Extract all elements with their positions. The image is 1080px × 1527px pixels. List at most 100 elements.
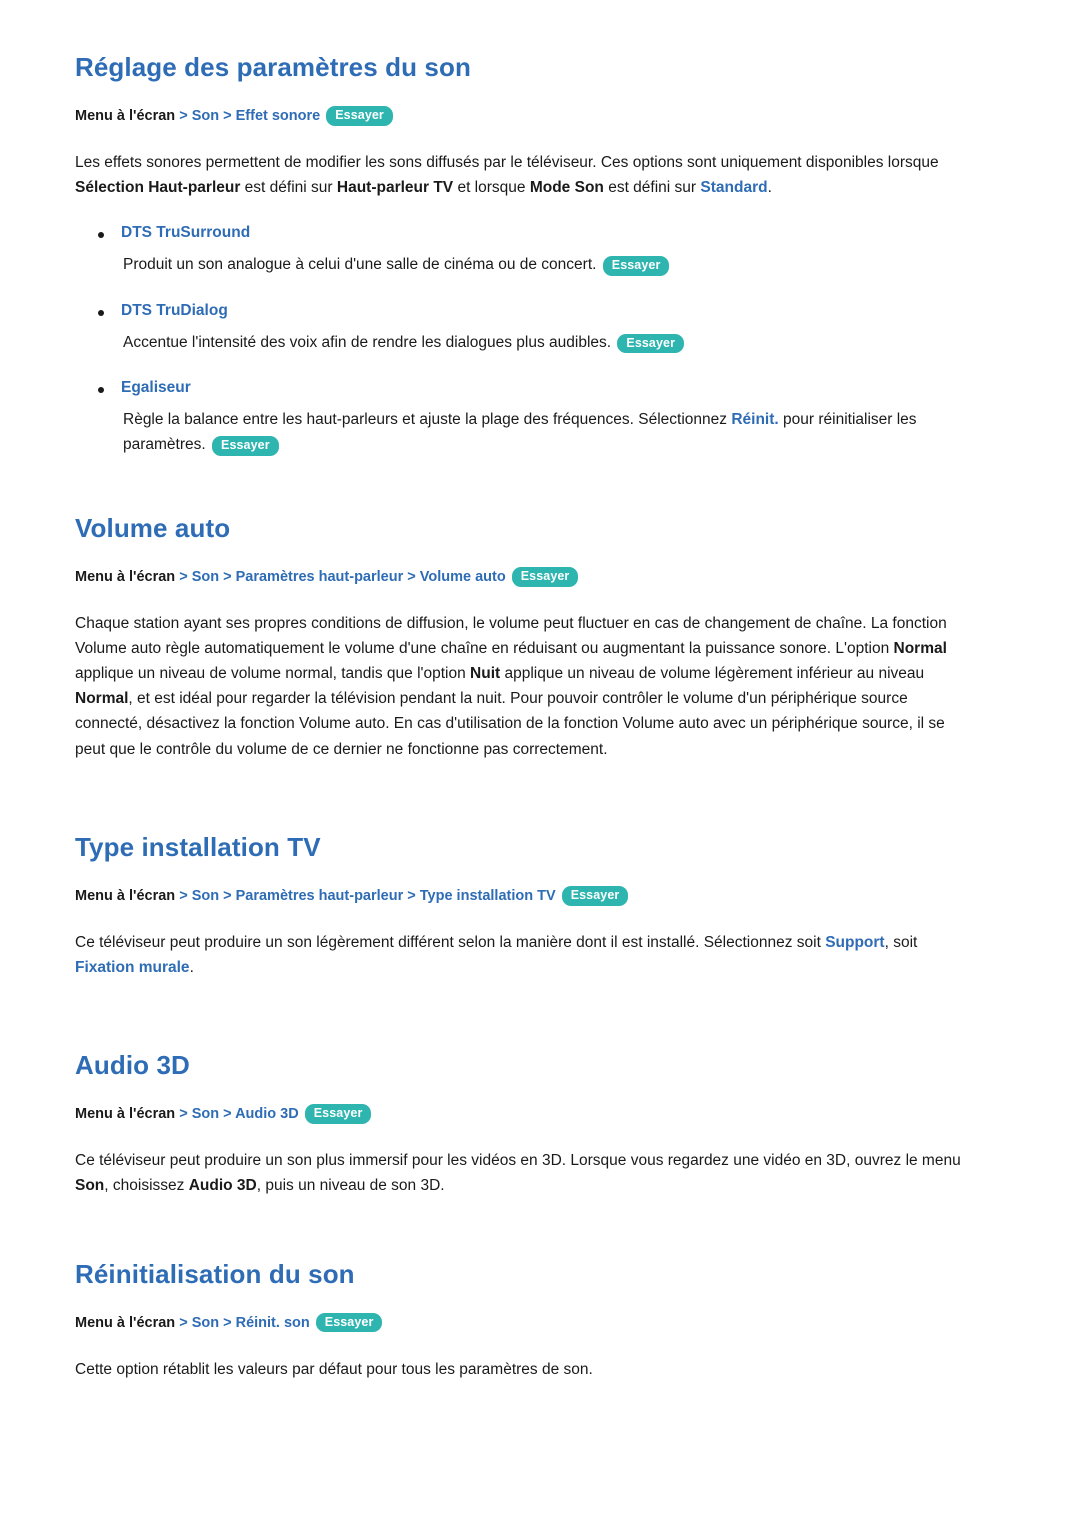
tv-installation-paragraph: Ce téléviseur peut produire un son légèr…	[75, 930, 965, 980]
bullet-bold-reinit: Réinit.	[731, 410, 779, 428]
try-badge[interactable]: Essayer	[212, 435, 279, 456]
bullet-text-dts-trudialog: Accentue l'intensité des voix afin de re…	[75, 330, 965, 355]
para-text-1: Chaque station ayant ses propres conditi…	[75, 615, 947, 658]
para-text-1: Ce téléviseur peut produire un son plus …	[75, 1152, 961, 1170]
list-item: DTS TruSurround Produit un son analogue …	[75, 224, 965, 277]
breadcrumb-separator: >	[223, 1106, 232, 1123]
para-text-2: , soit	[884, 933, 918, 951]
para-bold-normal-2: Normal	[75, 690, 129, 708]
breadcrumb-item-son: Son	[191, 1314, 220, 1331]
section-audio-3d: Audio 3D Menu à l'écran > Son > Audio 3D…	[75, 1050, 965, 1198]
breadcrumb-prefix: Menu à l'écran	[75, 568, 176, 585]
bullet-text: Produit un son analogue à celui d'une sa…	[123, 256, 597, 274]
try-badge[interactable]: Essayer	[304, 1104, 372, 1124]
breadcrumb-item-parametres-haut-parleur: Paramètres haut-parleur	[235, 568, 404, 585]
para-bold-support: Support	[825, 933, 885, 951]
try-badge[interactable]: Essayer	[602, 256, 670, 277]
auto-volume-paragraph: Chaque station ayant ses propres conditi…	[75, 611, 965, 762]
try-badge[interactable]: Essayer	[326, 106, 393, 126]
para-text-1: Ce téléviseur peut produire un son légèr…	[75, 933, 826, 951]
para-text-2: applique un niveau de volume normal, tan…	[75, 665, 471, 683]
intro-bold-2: Haut-parleur TV	[336, 179, 454, 197]
breadcrumb-item-son: Son	[191, 568, 220, 585]
page-title: Réinitialisation du son	[75, 1258, 355, 1289]
breadcrumb-item-effet-sonore: Effet sonore	[235, 108, 321, 124]
bullet-text-dts-trusurround: Produit un son analogue à celui d'une sa…	[75, 252, 965, 277]
try-badge[interactable]: Essayer	[315, 1312, 383, 1333]
para-bold-normal: Normal	[893, 640, 947, 658]
breadcrumb-item-son: Son	[191, 108, 220, 124]
intro-text-3: et lorsque	[453, 179, 530, 197]
intro-bold-1: Sélection Haut-parleur	[75, 179, 241, 197]
breadcrumb-separator: >	[407, 887, 416, 904]
intro-bold-3: Mode Son	[529, 179, 604, 197]
bullet-label-egaliseur: Egaliseur	[75, 379, 965, 397]
breadcrumb-prefix: Menu à l'écran	[75, 887, 176, 904]
try-badge[interactable]: Essayer	[561, 885, 629, 906]
intro-text-5: .	[767, 179, 772, 197]
list-item: Egaliseur Règle la balance entre les hau…	[75, 379, 965, 457]
para-text-2: , choisissez	[104, 1177, 189, 1195]
sound-effect-list: DTS TruSurround Produit un son analogue …	[75, 224, 965, 456]
para-bold-fixation-murale: Fixation murale	[75, 958, 190, 976]
para-bold-nuit: Nuit	[470, 665, 501, 683]
intro-paragraph: Les effets sonores permettent de modifie…	[75, 150, 965, 200]
section-tv-installation-type: Type installation TV Menu à l'écran > So…	[75, 832, 965, 980]
intro-bold-4: Standard	[700, 179, 768, 197]
breadcrumb-reinit-son: Menu à l'écran > Son > Réinit. son Essay…	[75, 1312, 965, 1335]
bullet-text-a: Règle la balance entre les haut-parleurs…	[123, 410, 732, 428]
para-text-3: applique un niveau de volume légèrement …	[500, 665, 925, 683]
breadcrumb-sound-effect: Menu à l'écran > Son > Effet sonore Essa…	[75, 105, 965, 128]
intro-text-1: Les effets sonores permettent de modifie…	[75, 154, 939, 172]
page-title: Type installation TV	[75, 831, 321, 862]
bullet-label-dts-trudialog: DTS TruDialog	[75, 302, 965, 320]
list-item: DTS TruDialog Accentue l'intensité des v…	[75, 302, 965, 355]
audio-3d-paragraph: Ce téléviseur peut produire un son plus …	[75, 1148, 965, 1198]
breadcrumb-type-installation-tv: Menu à l'écran > Son > Paramètres haut-p…	[75, 885, 965, 908]
document-content: Réglage des paramètres du son Menu à l'é…	[75, 52, 965, 1382]
breadcrumb-item-audio-3d: Audio 3D	[235, 1106, 299, 1123]
breadcrumb-separator: >	[223, 1314, 232, 1331]
breadcrumb-separator: >	[179, 1314, 188, 1331]
try-badge[interactable]: Essayer	[511, 566, 579, 587]
breadcrumb-item-reinit-son: Réinit. son	[235, 1314, 310, 1331]
breadcrumb-prefix: Menu à l'écran	[75, 108, 176, 124]
breadcrumb-separator: >	[179, 1106, 188, 1123]
page-title: Audio 3D	[75, 1050, 190, 1081]
para-text-3: .	[189, 958, 194, 976]
breadcrumb-volume-auto: Menu à l'écran > Son > Paramètres haut-p…	[75, 566, 965, 589]
try-badge[interactable]: Essayer	[617, 333, 685, 354]
breadcrumb-item-volume-auto: Volume auto	[419, 568, 506, 585]
page-title: Volume auto	[75, 512, 231, 543]
breadcrumb-item-son: Son	[191, 887, 220, 904]
para-bold-son: Son	[75, 1177, 105, 1195]
bullet-label-dts-trusurround: DTS TruSurround	[75, 224, 965, 242]
document-page: Réglage des paramètres du son Menu à l'é…	[0, 0, 1080, 1527]
breadcrumb-prefix: Menu à l'écran	[75, 1106, 176, 1123]
para-text-3: , puis un niveau de son 3D.	[256, 1177, 445, 1195]
breadcrumb-audio-3d: Menu à l'écran > Son > Audio 3D Essayer	[75, 1103, 965, 1126]
breadcrumb-separator: >	[223, 568, 232, 585]
bullet-text-egaliseur: Règle la balance entre les haut-parleurs…	[75, 407, 965, 457]
para-text-4: , et est idéal pour regarder la télévisi…	[75, 690, 945, 758]
section-sound-reset: Réinitialisation du son Menu à l'écran >…	[75, 1259, 965, 1382]
breadcrumb-separator: >	[223, 108, 232, 124]
breadcrumb-separator: >	[223, 887, 232, 904]
breadcrumb-item-parametres-haut-parleur: Paramètres haut-parleur	[235, 887, 404, 904]
intro-text-4: est défini sur	[603, 179, 701, 197]
section-auto-volume: Volume auto Menu à l'écran > Son > Param…	[75, 513, 965, 762]
breadcrumb-item-type-installation-tv: Type installation TV	[419, 887, 556, 904]
breadcrumb-separator: >	[179, 568, 188, 585]
breadcrumb-item-son: Son	[191, 1106, 220, 1123]
breadcrumb-separator: >	[179, 887, 188, 904]
page-title: Réglage des paramètres du son	[75, 52, 471, 82]
sound-reset-paragraph: Cette option rétablit les valeurs par dé…	[75, 1360, 593, 1378]
para-bold-audio-3d: Audio 3D	[188, 1177, 257, 1195]
breadcrumb-separator: >	[407, 568, 416, 585]
section-sound-settings: Réglage des paramètres du son Menu à l'é…	[75, 52, 965, 457]
breadcrumb-separator: >	[179, 108, 188, 124]
intro-text-2: est défini sur	[240, 179, 337, 197]
